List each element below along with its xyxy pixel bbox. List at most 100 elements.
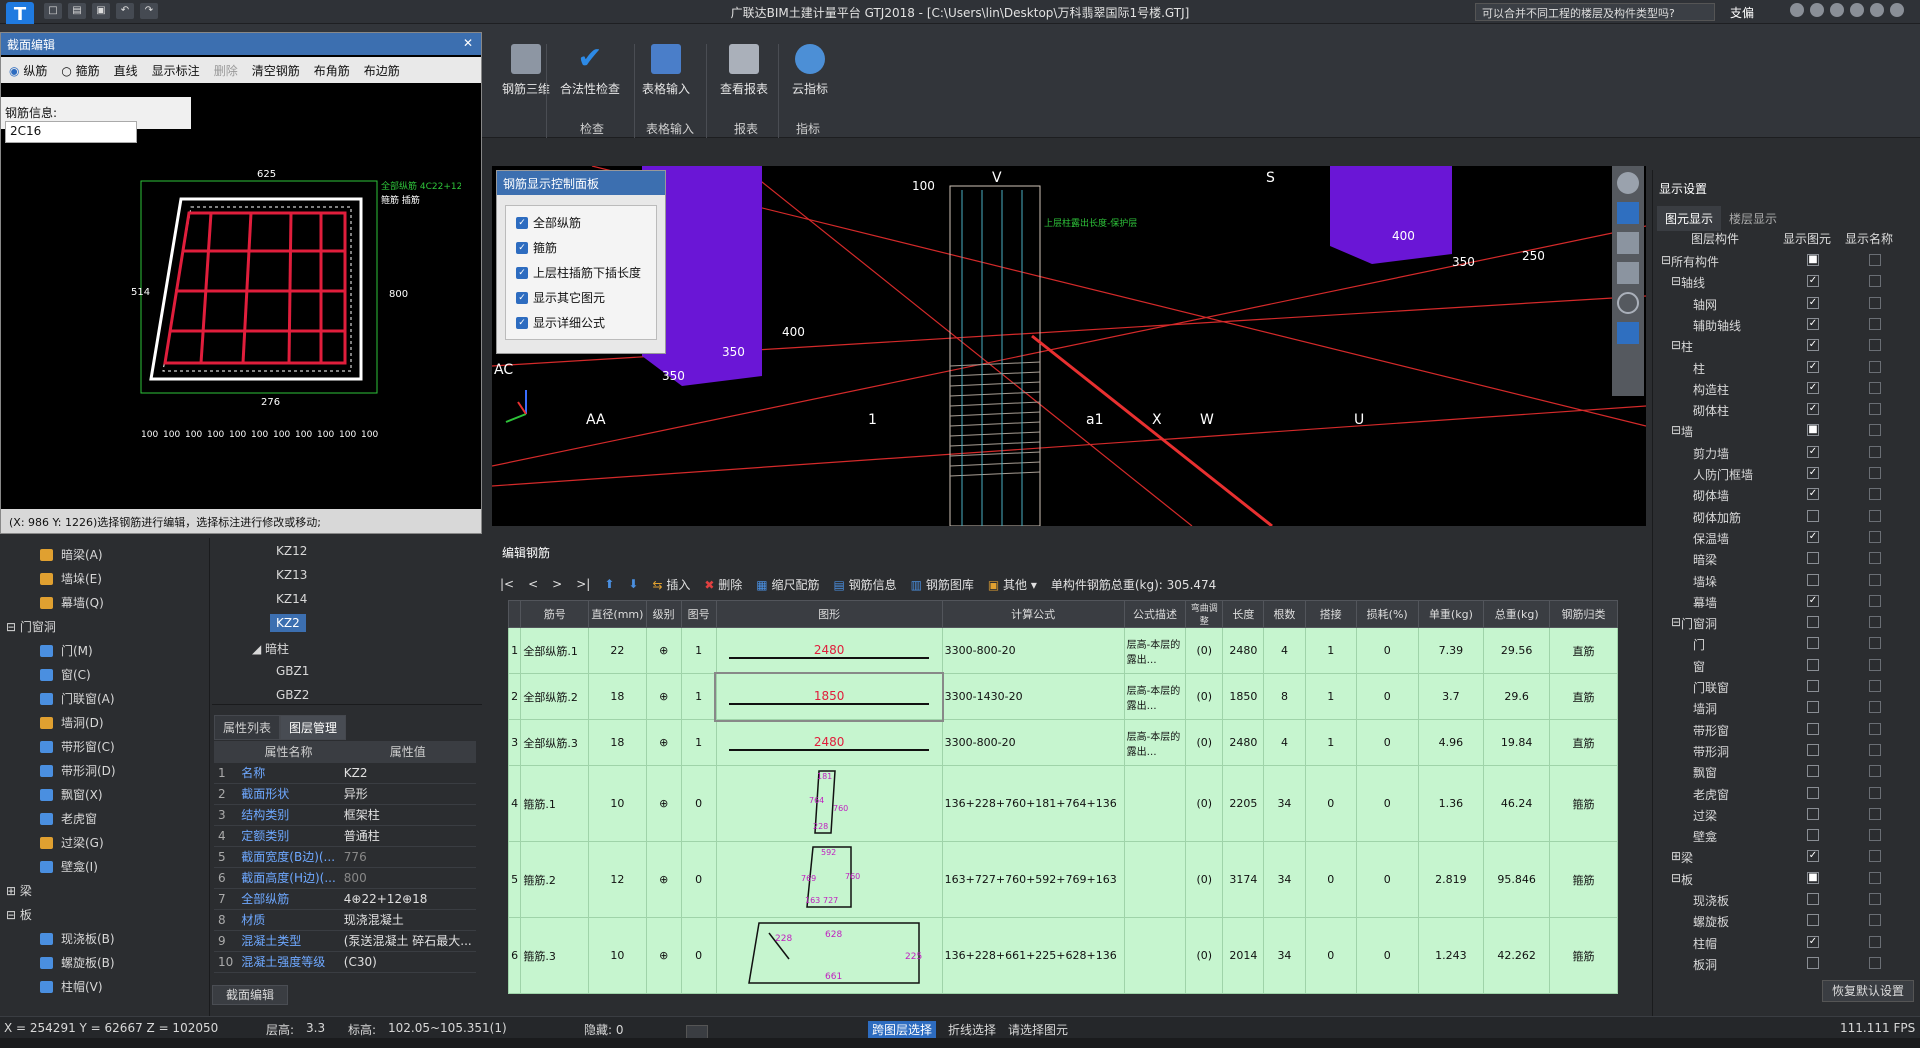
nav-item-strip-window[interactable]: 带形窗(C) [40,738,115,755]
show-name-checkbox[interactable] [1869,403,1881,416]
show-name-checkbox[interactable] [1869,573,1881,586]
checkbox-detail-formula[interactable]: ✓ 显示详细公式 [506,310,656,335]
rebar-shape-cell[interactable]: 628 228 661 225 [715,917,943,994]
tab-layer-management[interactable]: 图层管理 [280,715,347,740]
checkbox-stirrup[interactable]: ✓ 箍筋 [506,235,656,260]
table-row[interactable]: 7 全部纵筋 4⊕22+12⊕18 [214,888,476,910]
show-element-checkbox[interactable] [1807,786,1819,799]
show-element-checkbox[interactable] [1807,637,1819,650]
settings-row[interactable]: 墙洞 [1657,697,1913,718]
settings-row[interactable]: 老虎窗 [1657,783,1913,804]
table-row[interactable]: 4 定额类别 普通柱 [214,825,476,847]
show-name-checkbox[interactable] [1869,829,1881,842]
show-element-checkbox[interactable]: ✓ [1807,381,1819,394]
show-element-checkbox[interactable] [1807,765,1819,778]
show-element-checkbox[interactable]: ✓ [1807,488,1819,501]
show-name-checkbox[interactable] [1869,339,1881,352]
show-element-checkbox[interactable]: ✓ [1807,445,1819,458]
show-name-checkbox[interactable] [1869,317,1881,330]
prev-row-button[interactable]: < [528,577,538,591]
message-icon[interactable] [1810,3,1824,17]
list-group[interactable]: ◢ 暗柱 [252,640,289,657]
settings-row[interactable]: 现浇板 [1657,889,1913,910]
settings-row[interactable]: 人防门框墙 ✓ [1657,463,1913,484]
settings-row[interactable]: 柱帽 ✓ [1657,932,1913,953]
show-name-checkbox[interactable] [1869,786,1881,799]
table-row[interactable]: 3 结构类别 框架柱 [214,804,476,826]
settings-row[interactable]: 门 [1657,633,1913,654]
show-name-checkbox[interactable] [1869,765,1881,778]
nav-item-door[interactable]: 门(M) [40,642,93,659]
rebar-info-select[interactable]: 2C16 [5,121,137,143]
table-row[interactable]: 8 材质 现浇混凝土 [214,909,476,931]
clear-rebar-button[interactable]: 清空钢筋 [252,62,300,79]
expand-icon[interactable]: ⊞ [1671,849,1681,863]
view-report-button[interactable]: 查看报表 [706,44,782,97]
user-name[interactable]: 支偏 [1730,4,1754,21]
rebar-shape-cell[interactable]: 181 764 760 228 [715,765,943,842]
list-item[interactable]: GBZ2 [276,688,309,702]
list-item[interactable]: KZ14 [276,592,307,606]
tab-property-list[interactable]: 属性列表 [214,715,281,740]
next-row-button[interactable]: > [552,577,562,591]
checkbox-upper-insert[interactable]: ✓ 上层柱插筋下插长度 [506,260,656,285]
rotate-icon[interactable] [1617,292,1639,314]
nav-item-wall-pier[interactable]: 墙垛(E) [40,570,102,587]
checkbox-other-elements[interactable]: ✓ 显示其它图元 [506,285,656,310]
show-element-checkbox[interactable] [1807,509,1819,522]
rebar-shape-cell[interactable]: 592 769 760 163 727 [715,841,943,918]
show-element-checkbox[interactable]: ✓ [1807,850,1819,863]
corner-rebar-button[interactable]: 布角筋 [314,62,350,79]
delete-row-button[interactable]: ✖ 删除 [704,576,742,593]
nav-item-window[interactable]: 窗(C) [40,666,91,683]
grid-view-icon[interactable] [1617,322,1639,344]
settings-row[interactable]: 剪力墙 ✓ [1657,442,1913,463]
show-name-checkbox[interactable] [1869,488,1881,501]
first-row-button[interactable]: |< [500,577,514,591]
nav-item-wall-hole[interactable]: 墙洞(D) [40,714,104,731]
table-input-button[interactable]: 表格输入 [628,44,704,97]
nav-item-hidden-beam[interactable]: 暗梁(A) [40,546,103,563]
list-item-selected[interactable]: KZ2 [270,614,306,632]
show-element-checkbox[interactable]: ✓ [1807,275,1819,288]
move-down-icon[interactable]: ⬇ [628,577,638,591]
settings-row[interactable]: 带形窗 [1657,719,1913,740]
settings-row[interactable]: 砌体墙 ✓ [1657,484,1913,505]
list-item[interactable]: KZ12 [276,544,307,558]
collapse-icon[interactable]: ⊟ [1671,338,1681,352]
nav-item-column-cap[interactable]: 柱帽(V) [40,978,103,995]
table-row[interactable]: 2 全部纵筋.2 18 ⊕ 1 1850 3300-1430-20 层高-本层的… [507,671,1618,722]
show-name-checkbox[interactable] [1869,956,1881,969]
collapse-icon[interactable]: ⊟ [1661,253,1671,267]
show-element-checkbox[interactable]: ✓ [1807,339,1819,352]
show-name-checkbox[interactable] [1869,467,1881,479]
last-row-button[interactable]: >| [576,577,590,591]
table-row[interactable]: 9 混凝土类型 (泵送混凝土 碎石最大... [214,930,476,952]
show-element-checkbox[interactable]: ✓ [1807,296,1819,309]
help-icon[interactable] [1830,3,1844,17]
show-element-checkbox[interactable] [1807,701,1819,714]
show-name-checkbox[interactable] [1869,424,1881,437]
nav-item-lintel[interactable]: 过梁(G) [40,834,104,851]
settings-row[interactable]: 砌体加筋 [1657,506,1913,527]
section-drawing[interactable]: 625 800 514 276 全部纵筋 4C22+12C18 箍筋 插筋 10… [131,141,461,461]
settings-row[interactable]: 辅助轴线 ✓ [1657,314,1913,335]
show-name-checkbox[interactable] [1869,552,1881,565]
show-name-checkbox[interactable] [1869,658,1881,671]
show-name-checkbox[interactable] [1869,701,1881,714]
table-row[interactable]: 1 全部纵筋.1 22 ⊕ 1 2480 3300-800-20 层高-本层的露… [507,627,1618,674]
rebar-library-button[interactable]: ▥ 钢筋图库 [911,576,974,593]
rebar-shape-cell[interactable]: 2480 [715,627,943,674]
line-mode-select[interactable]: 直线 [114,62,138,79]
show-element-checkbox[interactable] [1807,829,1819,842]
nav-item-bay-window[interactable]: 飘窗(X) [40,786,103,803]
show-name-checkbox[interactable] [1869,680,1881,692]
table-row[interactable]: 6 箍筋.3 10 ⊕ 0 628 228 661 225 136+228+66… [507,917,1618,994]
settings-icon[interactable] [1850,3,1864,17]
show-element-checkbox[interactable] [1807,680,1819,692]
show-name-checkbox[interactable] [1869,807,1881,820]
close-icon[interactable]: ✕ [463,36,473,50]
show-name-checkbox[interactable] [1869,637,1881,650]
settings-row[interactable]: 构造柱 ✓ [1657,378,1913,399]
show-name-checkbox[interactable] [1869,871,1881,884]
